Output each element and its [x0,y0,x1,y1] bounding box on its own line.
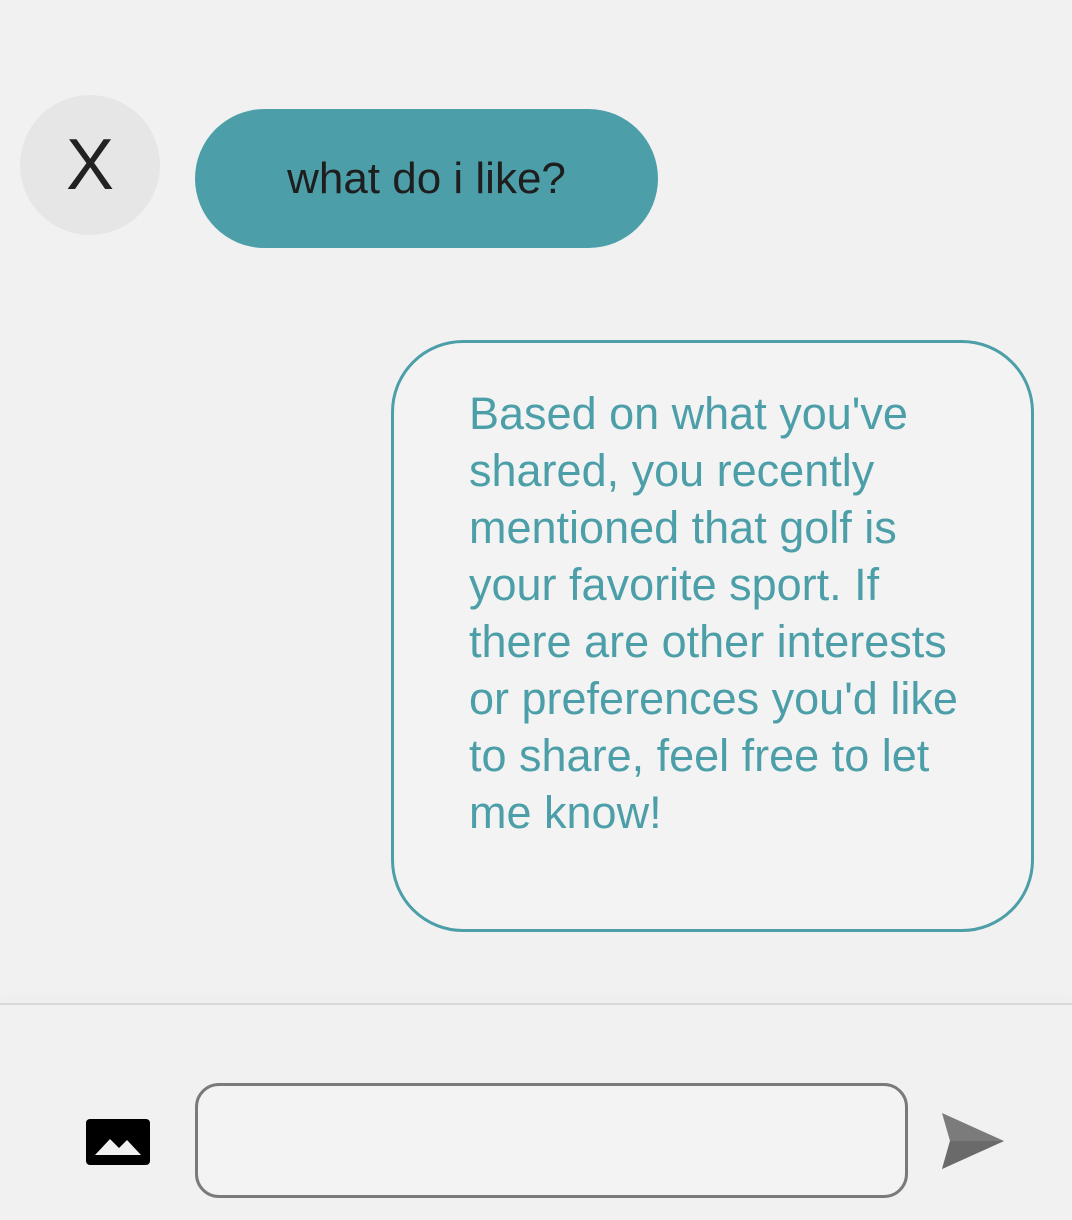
avatar-letter: X [65,125,115,205]
send-button[interactable] [940,1111,1006,1171]
attach-image-button[interactable] [86,1119,150,1165]
user-avatar: X [20,95,160,235]
user-message-text: what do i like? [287,153,566,203]
image-icon [86,1119,150,1165]
bot-message-bubble: Based on what you've shared, you recentl… [391,340,1034,932]
user-message-bubble: what do i like? [195,109,658,248]
send-icon [942,1113,1004,1169]
message-input[interactable] [195,1083,908,1198]
chat-screen: X what do i like? Based on what you've s… [0,0,1072,1220]
bot-message-text: Based on what you've shared, you recentl… [469,388,958,838]
